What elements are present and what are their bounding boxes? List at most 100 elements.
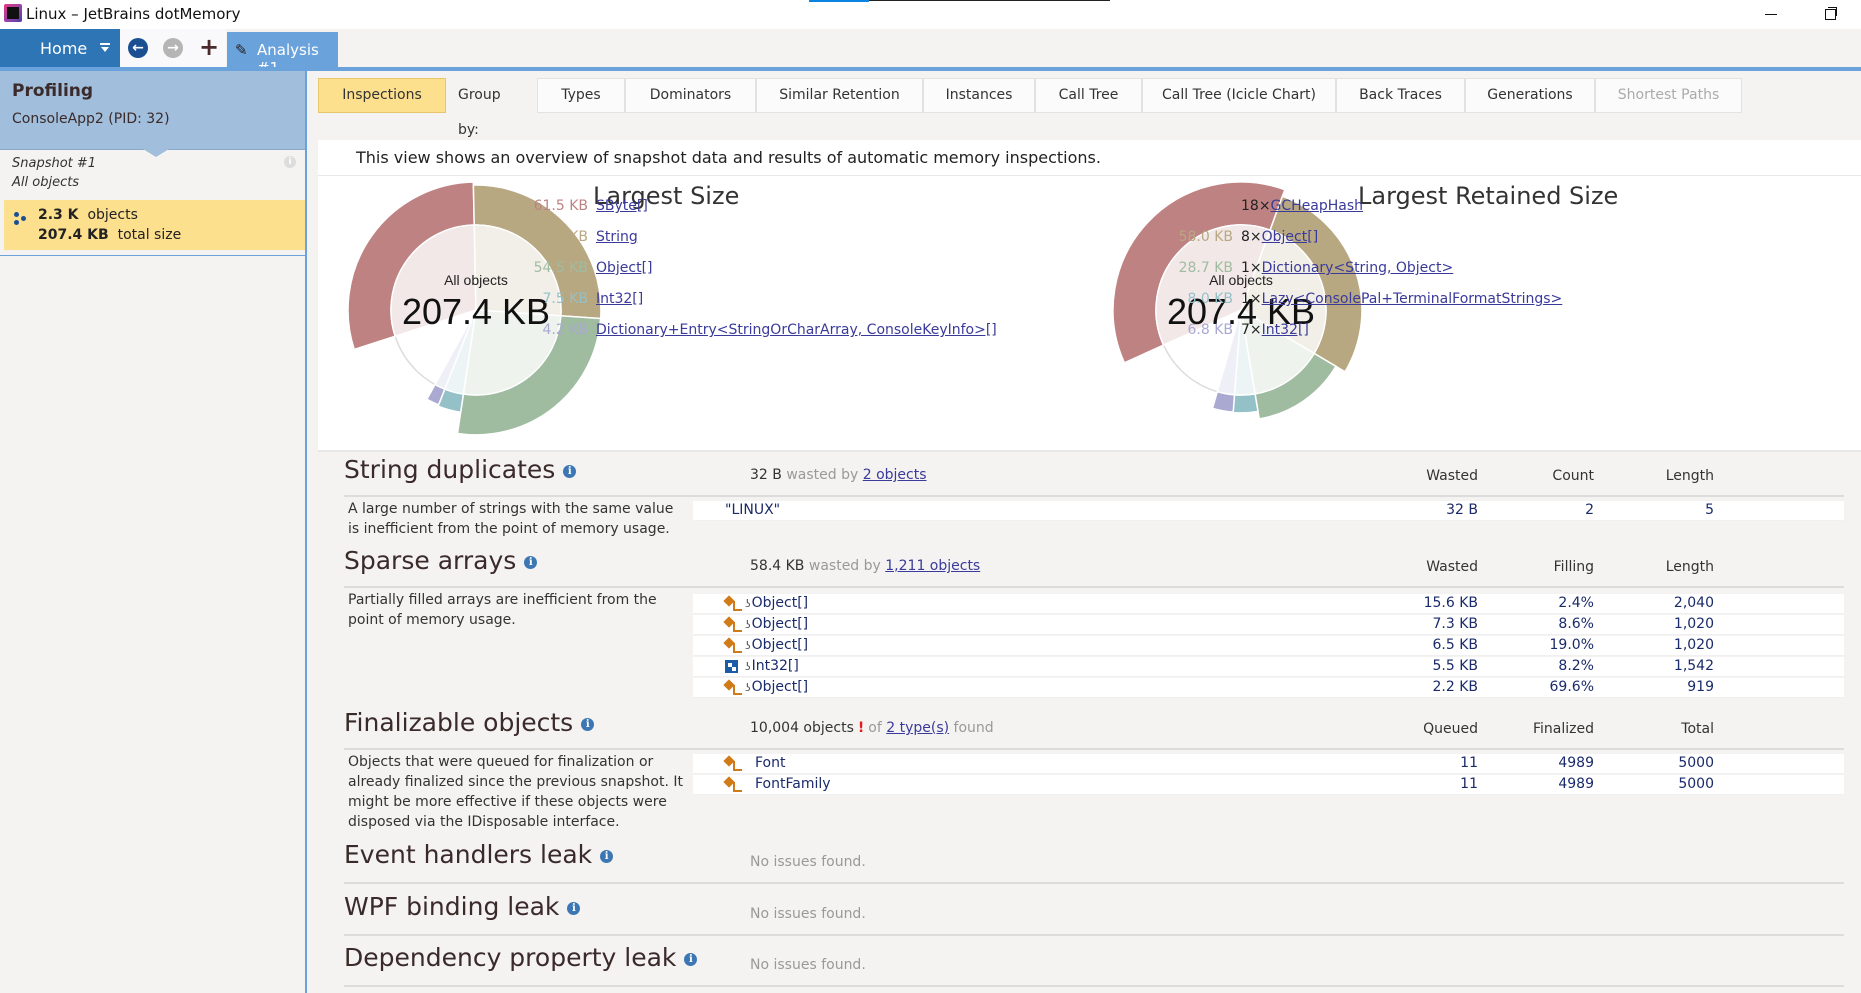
info-icon[interactable]: i bbox=[524, 556, 538, 569]
reference-icon: ʖ bbox=[745, 660, 751, 673]
column-header-wasted[interactable]: Wasted bbox=[1378, 559, 1478, 575]
snapshot-subtitle: All objects bbox=[12, 175, 80, 190]
string-duplicates-summary: 32 B wasted by 2 objects bbox=[750, 467, 927, 483]
group-instances-button[interactable]: Instances bbox=[923, 78, 1035, 113]
reference-icon: ʖ bbox=[745, 681, 751, 694]
class-icon bbox=[725, 757, 743, 771]
legend-type-link[interactable]: GCHeapHash bbox=[1271, 198, 1364, 214]
summary-text: wasted by bbox=[808, 558, 881, 574]
info-icon[interactable]: i bbox=[284, 156, 296, 168]
legend-type-link[interactable]: Int32[] bbox=[596, 291, 643, 307]
home-dropdown-icon[interactable] bbox=[100, 43, 110, 53]
legend-value: 8.0 KB bbox=[1187, 291, 1234, 307]
table-row[interactable]: ʖObject[] 2.2 KB 69.6% 919 bbox=[693, 678, 1844, 698]
inspections-button[interactable]: Inspections bbox=[318, 78, 446, 113]
legend-count: 1× bbox=[1241, 260, 1262, 276]
table-row[interactable]: "LINUX" 32 B 2 5 bbox=[693, 501, 1844, 521]
legend-type-link[interactable]: Dictionary+Entry<StringOrCharArray, Cons… bbox=[596, 322, 997, 338]
table-row[interactable]: ʖInt32[] 5.5 KB 8.2% 1,542 bbox=[693, 657, 1844, 677]
legend-item: 61.5 KB SByte[] bbox=[528, 198, 648, 214]
finalizable-types-link[interactable]: 2 type(s) bbox=[886, 720, 949, 736]
sparse-arrays-section: Sparse arrays i 58.4 KB wasted by 1,211 o… bbox=[344, 546, 1844, 706]
finalized-cell: 4989 bbox=[1558, 755, 1594, 771]
info-icon[interactable]: i bbox=[563, 465, 577, 478]
group-dominators-button[interactable]: Dominators bbox=[625, 78, 756, 113]
wasted-cell: 32 B bbox=[1446, 502, 1478, 518]
column-header-finalized[interactable]: Finalized bbox=[1494, 721, 1594, 737]
legend-count: 7× bbox=[1241, 322, 1262, 338]
group-generations-button[interactable]: Generations bbox=[1465, 78, 1595, 113]
group-call-tree-button[interactable]: Call Tree bbox=[1035, 78, 1142, 113]
total-size: 207.4 KB bbox=[38, 227, 109, 243]
group-shortest-paths-button: Shortest Paths bbox=[1595, 78, 1742, 113]
group-similar-retention-button[interactable]: Similar Retention bbox=[756, 78, 923, 113]
column-header-length[interactable]: Length bbox=[1614, 559, 1714, 575]
total-cell: 5000 bbox=[1678, 776, 1714, 792]
table-row[interactable]: ʖObject[] 7.3 KB 8.6% 1,020 bbox=[693, 615, 1844, 635]
home-label: Home bbox=[40, 39, 88, 58]
minimize-button[interactable] bbox=[1762, 4, 1782, 24]
legend-type-link[interactable]: String bbox=[596, 229, 638, 245]
column-header-length[interactable]: Length bbox=[1614, 468, 1714, 484]
wpf-binding-leak-section: WPF binding leak i No issues found. bbox=[344, 892, 1844, 942]
string-duplicates-description: A large number of strings with the same … bbox=[348, 501, 674, 537]
string-duplicates-objects-link[interactable]: 2 objects bbox=[863, 467, 927, 483]
table-row[interactable]: FontFamily 11 4989 5000 bbox=[693, 775, 1844, 795]
legend-item: 8.0 KB 1×Lazy<ConsolePal+TerminalFormatSt… bbox=[1173, 291, 1563, 307]
profiling-header[interactable]: Profiling ConsoleApp2 (PID: 32) bbox=[0, 71, 305, 150]
restore-button[interactable] bbox=[1820, 4, 1840, 24]
reference-icon: ʖ bbox=[745, 597, 751, 610]
sidebar: Profiling ConsoleApp2 (PID: 32) Snapshot… bbox=[0, 71, 307, 993]
group-types-button[interactable]: Types bbox=[537, 78, 625, 113]
progress-indicator bbox=[809, 0, 1110, 2]
column-header-count[interactable]: Count bbox=[1494, 468, 1594, 484]
forward-arrow-icon[interactable]: → bbox=[163, 38, 183, 58]
tab-analysis-1[interactable]: ✎ Analysis #1 bbox=[227, 32, 338, 77]
home-button[interactable]: Home bbox=[0, 29, 120, 67]
filling-cell: 19.0% bbox=[1549, 637, 1594, 653]
legend-value: 54.8 KB bbox=[533, 229, 588, 245]
type-name: Object[] bbox=[751, 679, 809, 695]
donut-slice[interactable] bbox=[1232, 392, 1259, 414]
legend-type-link[interactable]: Object[] bbox=[596, 260, 653, 276]
info-icon[interactable]: i bbox=[581, 718, 595, 731]
info-icon[interactable]: i bbox=[567, 902, 581, 915]
group-back-traces-button[interactable]: Back Traces bbox=[1336, 78, 1465, 113]
objects-icon bbox=[14, 212, 28, 226]
legend-value: 6.8 KB bbox=[1187, 322, 1234, 338]
column-header-wasted[interactable]: Wasted bbox=[1378, 468, 1478, 484]
add-icon[interactable]: + bbox=[198, 33, 220, 61]
legend-value: 7.5 KB bbox=[542, 291, 589, 307]
info-icon[interactable]: i bbox=[600, 850, 614, 863]
header-notch bbox=[143, 149, 169, 157]
overview-panel: This view shows an overview of snapshot … bbox=[318, 140, 1861, 450]
table-row[interactable]: Font 11 4989 5000 bbox=[693, 754, 1844, 774]
legend-type-link[interactable]: SByte[] bbox=[596, 198, 648, 214]
back-arrow-icon[interactable]: ← bbox=[128, 38, 148, 58]
legend-type-link[interactable]: Lazy<ConsolePal+TerminalFormatStrings> bbox=[1262, 291, 1563, 307]
wasted-cell: 2.2 KB bbox=[1432, 679, 1479, 695]
section-divider bbox=[344, 882, 1844, 884]
section-divider bbox=[344, 748, 1844, 750]
length-cell: 1,542 bbox=[1673, 658, 1714, 674]
sparse-arrays-objects-link[interactable]: 1,211 objects bbox=[885, 558, 980, 574]
legend-type-link[interactable]: Object[] bbox=[1262, 229, 1319, 245]
column-header-queued[interactable]: Queued bbox=[1378, 721, 1478, 737]
legend-item: 77.4 KB 18×GCHeapHash bbox=[1173, 198, 1363, 214]
column-header-filling[interactable]: Filling bbox=[1494, 559, 1594, 575]
legend-type-link[interactable]: Int32[] bbox=[1262, 322, 1309, 338]
info-icon[interactable]: i bbox=[684, 953, 698, 966]
snapshot-summary-card[interactable]: 2.3 K objects 207.4 KB total size bbox=[4, 200, 305, 250]
column-header-total[interactable]: Total bbox=[1614, 721, 1714, 737]
inspections-content: This view shows an overview of snapshot … bbox=[318, 140, 1861, 993]
table-row[interactable]: ʖObject[] 15.6 KB 2.4% 2,040 bbox=[693, 594, 1844, 614]
table-row[interactable]: ʖObject[] 6.5 KB 19.0% 1,020 bbox=[693, 636, 1844, 656]
summary-value: 32 B bbox=[750, 467, 782, 483]
group-icicle-chart-button[interactable]: Call Tree (Icicle Chart) bbox=[1142, 78, 1336, 113]
legend-item: 7.5 KB Int32[] bbox=[528, 291, 644, 307]
legend-item: 4.2 KB Dictionary+Entry<StringOrCharArray… bbox=[528, 322, 997, 338]
largest-retained-size-donut-chart: All objects207.4 KB bbox=[1112, 181, 1363, 420]
summary-value: 58.4 KB bbox=[750, 558, 805, 574]
type-name: Int32[] bbox=[751, 658, 799, 674]
legend-type-link[interactable]: Dictionary<String, Object> bbox=[1262, 260, 1454, 276]
